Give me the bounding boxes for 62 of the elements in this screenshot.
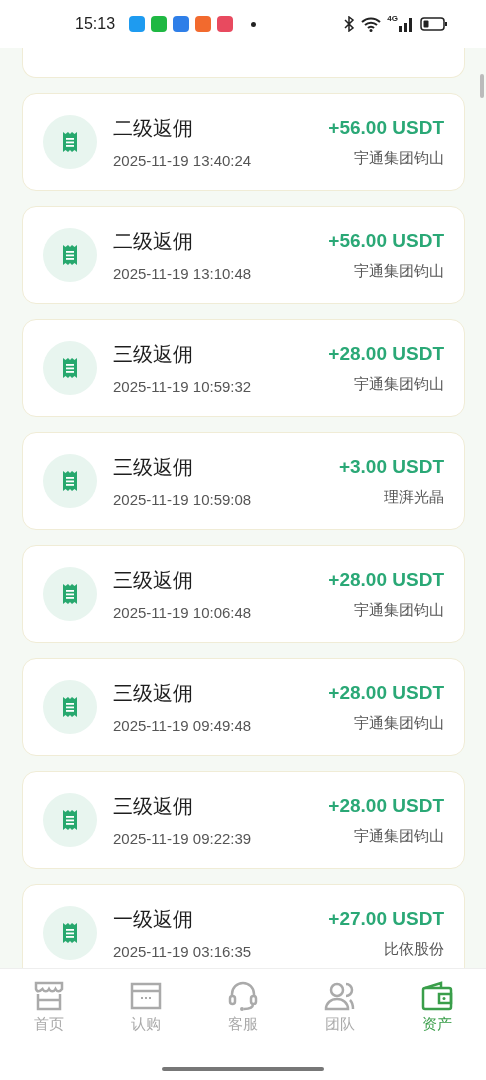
record-title: 三级返佣	[113, 681, 194, 706]
record-card[interactable]: 三级返佣 2025-11-19 09:22:39 +28.00 USDT 宇通集团钧山	[22, 771, 465, 869]
record-source: 宇通集团钧山	[354, 148, 444, 168]
record-card[interactable]: 二级返佣 2025-11-19 13:10:48 +56.00 USDT 宇通集团钧山	[22, 206, 465, 304]
record-card[interactable]: 三级返佣 2025-11-19 10:59:08 +3.00 USDT 理湃光晶	[22, 432, 465, 530]
receipt-icon	[43, 115, 97, 169]
receipt-icon	[43, 793, 97, 847]
record-title: 三级返佣	[113, 794, 194, 819]
battery-icon	[420, 16, 448, 32]
headset-icon	[227, 981, 259, 1011]
record-time: 2025-11-19 09:49:48	[113, 717, 253, 734]
record-title: 二级返佣	[113, 229, 194, 254]
record-source: 理湃光晶	[384, 487, 444, 507]
record-time: 2025-11-19 09:22:39	[113, 830, 253, 847]
receipt-icon	[43, 341, 97, 395]
bluetooth-icon	[343, 16, 356, 32]
record-time: 2025-11-19 10:59:08	[113, 491, 253, 508]
record-amount: +28.00 USDT	[328, 568, 444, 591]
record-source: 宇通集团钧山	[354, 826, 444, 846]
wallet-icon	[421, 981, 454, 1011]
store-icon	[32, 981, 65, 1011]
dot-icon	[251, 21, 257, 27]
nav-tab[interactable]: 资产	[388, 981, 486, 1034]
record-title: 一级返佣	[113, 907, 194, 932]
record-title: 三级返佣	[113, 568, 194, 593]
record-amount: +28.00 USDT	[328, 794, 444, 817]
record-amount: +56.00 USDT	[328, 229, 444, 252]
card-icon	[129, 981, 162, 1011]
record-time: 2025-11-19 13:10:48	[113, 265, 253, 282]
record-card[interactable]: 三级返佣 2025-11-19 10:59:32 +28.00 USDT 宇通集团钧山	[22, 319, 465, 417]
record-source: 比依股份	[384, 939, 444, 959]
record-time: 2025-11-19 13:40:24	[113, 152, 253, 169]
record-source: 宇通集团钧山	[354, 600, 444, 620]
record-time: 2025-11-19 10:59:32	[113, 378, 253, 395]
network-type: 4G	[387, 14, 398, 23]
record-card[interactable]: 三级返佣 2025-11-19 09:49:48 +28.00 USDT 宇通集团钧山	[22, 658, 465, 756]
wifi-icon	[361, 16, 382, 32]
record-amount: +27.00 USDT	[328, 907, 444, 930]
record-card[interactable]: 三级返佣 2025-11-19 10:06:48 +28.00 USDT 宇通集团钧山	[22, 545, 465, 643]
record-card[interactable]: 一级返佣 2025-11-19 03:16:35 +27.00 USDT 比依股份	[22, 884, 465, 968]
record-title: 二级返佣	[113, 116, 194, 141]
receipt-icon	[43, 906, 97, 960]
people-icon	[324, 981, 357, 1011]
record-time: 2025-11-19 03:16:35	[113, 943, 253, 960]
receipt-icon	[43, 567, 97, 621]
record-title: 三级返佣	[113, 455, 194, 480]
record-amount: +28.00 USDT	[328, 342, 444, 365]
receipt-icon	[43, 228, 97, 282]
record-source: 宇通集团钧山	[354, 261, 444, 281]
record-card[interactable]: 二级返佣 2025-11-19 13:40:24 +56.00 USDT 宇通集团钧山	[22, 93, 465, 191]
record-source: 宇通集团钧山	[354, 374, 444, 394]
signal-icon	[398, 16, 414, 32]
receipt-icon	[43, 454, 97, 508]
status-time: 15:13	[75, 15, 116, 33]
record-time: 2025-11-19 10:06:48	[113, 604, 253, 621]
scrollbar	[480, 74, 484, 98]
record-amount: +28.00 USDT	[328, 681, 444, 704]
record-title: 三级返佣	[113, 342, 194, 367]
record-amount: +56.00 USDT	[328, 116, 444, 139]
record-source: 宇通集团钧山	[354, 713, 444, 733]
record-amount: +3.00 USDT	[338, 455, 444, 478]
receipt-icon	[43, 680, 97, 734]
